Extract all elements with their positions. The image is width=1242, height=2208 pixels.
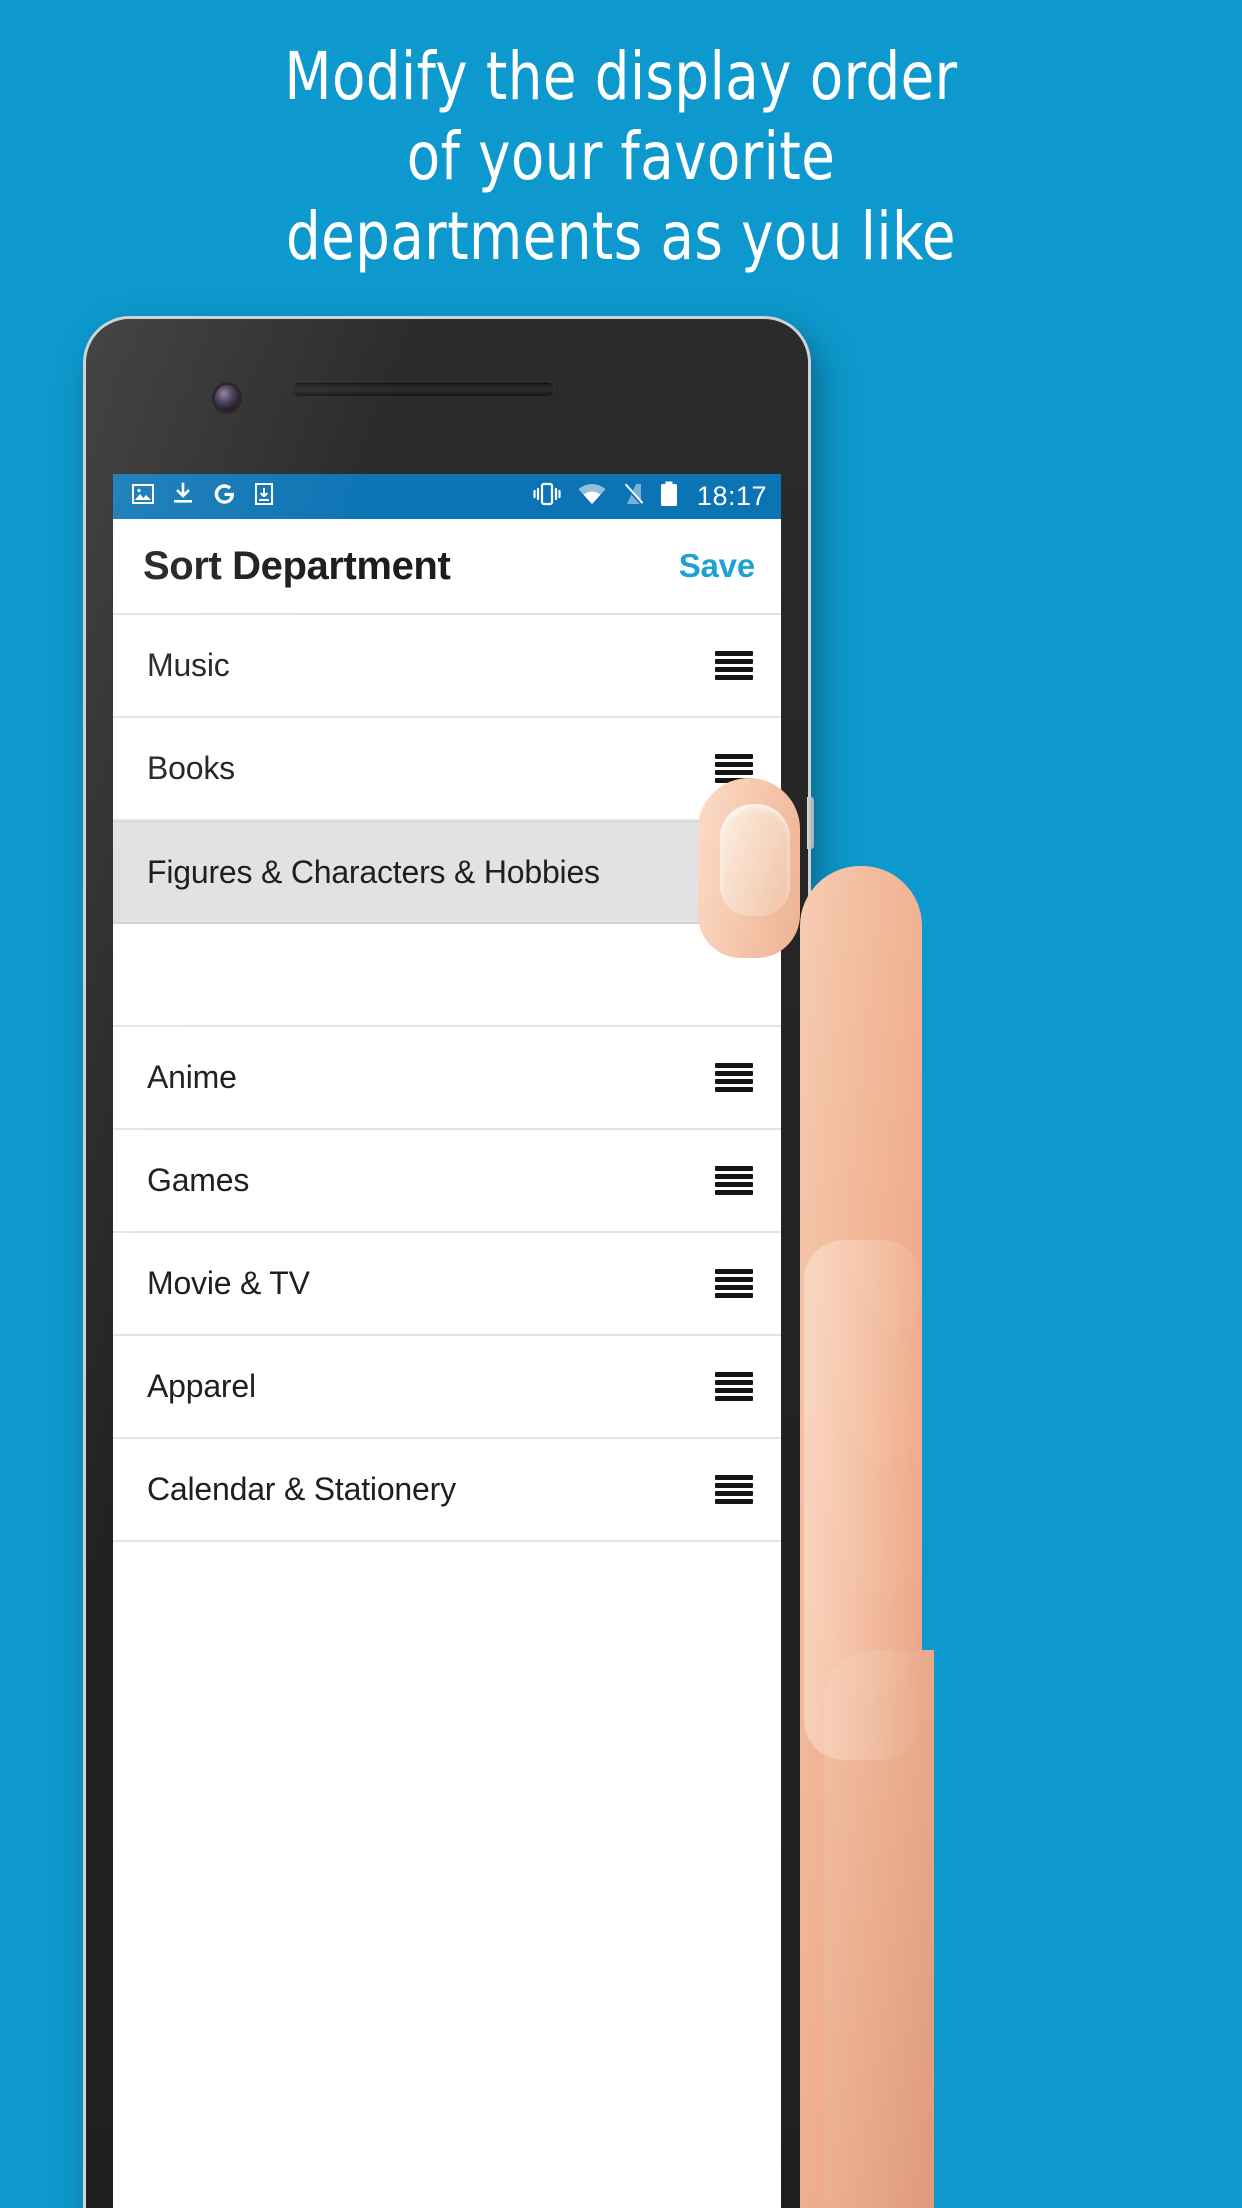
drag-handle-icon[interactable]: [715, 1165, 753, 1196]
table-row[interactable]: Anime: [113, 1027, 781, 1130]
phone-mockup: 18:17 Sort Department Save Music Books F…: [86, 319, 814, 2208]
table-row[interactable]: Books: [113, 718, 781, 821]
table-row[interactable]: Calendar & Stationery: [113, 1439, 781, 1542]
status-bar: 18:17: [113, 474, 781, 519]
volume-button[interactable]: [807, 797, 814, 849]
department-label: Movie & TV: [147, 1265, 310, 1301]
hand-body: [824, 1650, 934, 2208]
table-row[interactable]: Music: [113, 615, 781, 718]
vibrate-icon: [531, 481, 563, 512]
drag-handle-icon[interactable]: [715, 753, 753, 784]
earpiece-speaker-icon: [292, 381, 555, 396]
drag-handle-icon[interactable]: [715, 1062, 753, 1093]
promo-headline: Modify the display order of your favorit…: [50, 44, 1193, 270]
drag-handle-icon[interactable]: [715, 1268, 753, 1299]
download-icon: [171, 482, 195, 511]
finger-highlight: [804, 1240, 922, 1760]
photo-icon: [131, 482, 155, 511]
department-label: Books: [147, 750, 235, 786]
finger-shaft: [800, 866, 922, 2208]
table-row[interactable]: Apparel: [113, 1336, 781, 1439]
table-row[interactable]: Movie & TV: [113, 1233, 781, 1336]
table-row[interactable]: Games: [113, 1130, 781, 1233]
drag-handle-icon[interactable]: [715, 1474, 753, 1505]
headline-line-2: of your favorite: [406, 118, 836, 195]
table-row-dragging[interactable]: Figures & Characters & Hobbies: [113, 821, 781, 924]
drag-handle-icon[interactable]: [715, 1371, 753, 1402]
headline-line-1: Modify the display order: [284, 38, 958, 115]
wifi-icon: [577, 482, 607, 511]
department-label: Games: [147, 1162, 250, 1198]
headline-line-3: departments as you like: [285, 198, 957, 275]
app-bar: Sort Department Save: [113, 519, 781, 615]
battery-icon: [659, 481, 679, 512]
app-download-icon: [253, 482, 275, 511]
phone-screen: 18:17 Sort Department Save Music Books F…: [113, 474, 781, 2208]
save-button[interactable]: Save: [679, 547, 755, 585]
google-icon: [211, 481, 237, 512]
department-label: Music: [147, 647, 230, 683]
department-sort-list[interactable]: Music Books Figures & Characters & Hobbi…: [113, 615, 781, 1542]
drag-handle-icon[interactable]: [715, 650, 753, 681]
status-bar-notification-icons: [131, 481, 275, 512]
page-title: Sort Department: [143, 543, 451, 588]
status-bar-clock: 18:17: [696, 481, 767, 511]
power-button[interactable]: [807, 1104, 814, 1134]
department-label: Anime: [147, 1059, 237, 1095]
status-bar-system-icons: 18:17: [531, 481, 767, 512]
department-label: Apparel: [147, 1368, 256, 1404]
no-sim-icon: [621, 482, 645, 511]
drag-handle-icon[interactable]: [715, 857, 753, 887]
drop-placeholder: [113, 924, 781, 1027]
department-label: Calendar & Stationery: [147, 1471, 456, 1507]
department-label: Figures & Characters & Hobbies: [147, 853, 600, 890]
front-camera-icon: [215, 385, 239, 411]
